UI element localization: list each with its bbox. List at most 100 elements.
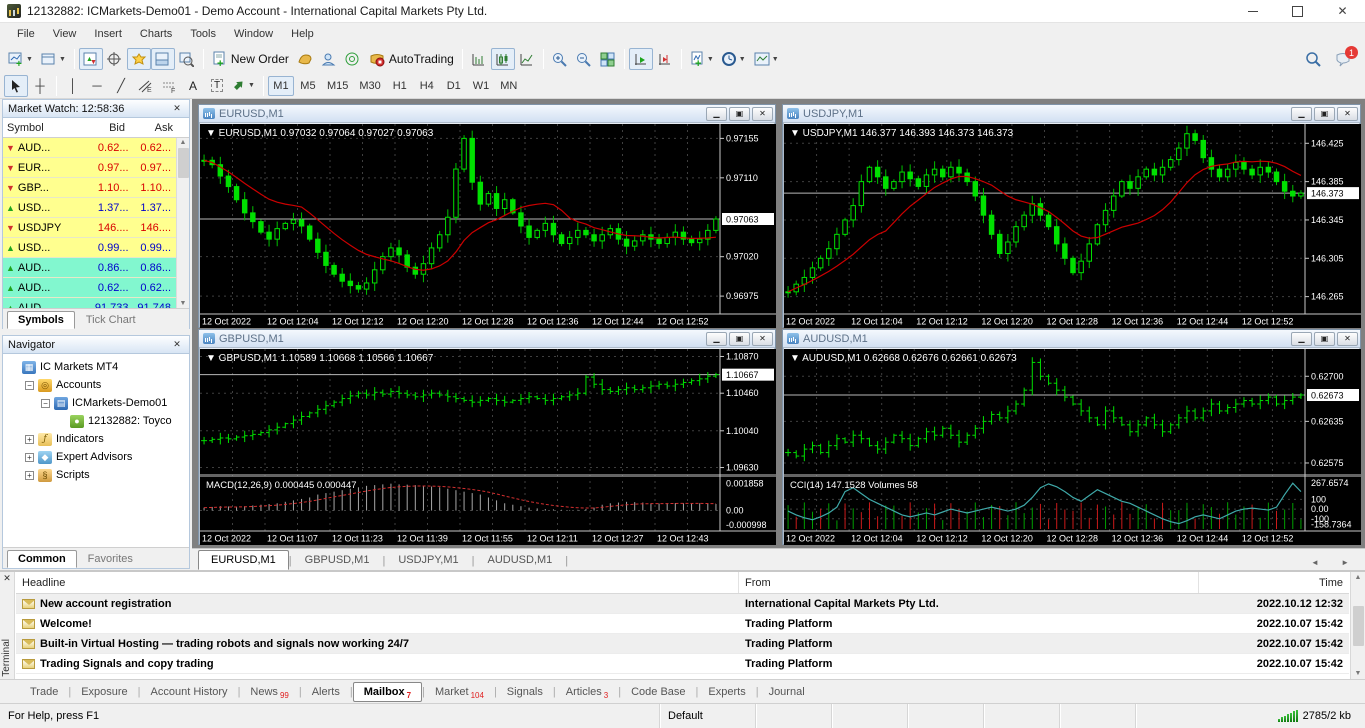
chart-canvas-gbpusd-m1[interactable]: 1.108701.104601.100401.096301.10667▼ GBP… bbox=[200, 349, 774, 543]
market-watch-row[interactable]: ▲USD...0.99...0.99... bbox=[3, 238, 176, 258]
window-close-button[interactable]: ✕ bbox=[1320, 0, 1365, 22]
chart-restore-button[interactable]: ▣ bbox=[729, 107, 750, 121]
collapse-icon[interactable]: − bbox=[41, 399, 50, 408]
mail-col-time[interactable]: Time bbox=[1199, 572, 1349, 593]
trendline-tool-button[interactable]: ╱ bbox=[109, 75, 133, 97]
chart-canvas-audusd-m1[interactable]: 0.627000.626350.625750.62673▼ AUDUSD,M1 … bbox=[784, 349, 1359, 543]
chart-minimize-button[interactable]: ▁ bbox=[1291, 332, 1312, 346]
chart-window-titlebar[interactable]: AUDUSD,M1▁▣✕ bbox=[783, 330, 1360, 348]
mail-col-headline[interactable]: Headline bbox=[16, 572, 739, 593]
navigator-tree-item[interactable]: +ƒIndicators bbox=[5, 430, 187, 448]
market-watch-row[interactable]: ▼EUR...0.97...0.97... bbox=[3, 158, 176, 178]
chart-tab-scroll-arrows[interactable]: ◄ ► bbox=[1311, 558, 1359, 570]
terminal-tab-account-history[interactable]: Account History bbox=[141, 683, 238, 701]
scroll-down-icon[interactable]: ▼ bbox=[1355, 670, 1362, 677]
timeframe-button-h4[interactable]: H4 bbox=[414, 76, 440, 96]
scroll-down-icon[interactable]: ▼ bbox=[180, 300, 187, 307]
chart-window-titlebar[interactable]: EURUSD,M1▁▣✕ bbox=[199, 105, 775, 123]
mw-col-ask[interactable]: Ask bbox=[129, 122, 189, 134]
navigator-tab-common[interactable]: Common bbox=[7, 550, 77, 568]
timeframe-button-w1[interactable]: W1 bbox=[468, 76, 495, 96]
chart-tab-audusd-m1[interactable]: AUDUSD,M1 bbox=[475, 550, 566, 570]
crosshair-tool-button[interactable]: ┼ bbox=[28, 75, 52, 97]
zoom-out-button[interactable] bbox=[572, 48, 596, 70]
mailbox-row[interactable]: Trading Signals and copy tradingTrading … bbox=[16, 654, 1349, 674]
expand-icon[interactable]: + bbox=[25, 453, 34, 462]
navigator-toggle-button[interactable] bbox=[127, 48, 151, 70]
timeframe-button-m30[interactable]: M30 bbox=[354, 76, 385, 96]
window-maximize-button[interactable] bbox=[1275, 0, 1320, 22]
collapse-icon[interactable]: − bbox=[25, 381, 34, 390]
expand-icon[interactable]: + bbox=[25, 471, 34, 480]
terminal-toggle-button[interactable] bbox=[151, 48, 175, 70]
mw-col-symbol[interactable]: Symbol bbox=[3, 122, 81, 134]
market-watch-tab-tick-chart[interactable]: Tick Chart bbox=[75, 311, 147, 329]
timeframe-button-m5[interactable]: M5 bbox=[295, 76, 321, 96]
chart-close-button[interactable]: ✕ bbox=[752, 332, 773, 346]
terminal-tab-signals[interactable]: Signals bbox=[497, 683, 553, 701]
chart-tab-gbpusd-m1[interactable]: GBPUSD,M1 bbox=[292, 550, 383, 570]
chart-minimize-button[interactable]: ▁ bbox=[706, 107, 727, 121]
market-watch-row[interactable]: ▲AUD...91.73391.748 bbox=[3, 298, 176, 308]
autotrading-button[interactable]: AutoTrading bbox=[365, 48, 458, 70]
periods-button[interactable]: ▼ bbox=[718, 48, 750, 70]
chart-restore-button[interactable]: ▣ bbox=[1314, 332, 1335, 346]
market-watch-scrollbar[interactable]: ▲ ▼ bbox=[176, 138, 189, 308]
close-icon[interactable]: ✕ bbox=[170, 339, 184, 350]
mailbox-row[interactable]: Welcome!Trading Platform2022.10.07 15:42 bbox=[16, 614, 1349, 634]
auto-scroll-button[interactable] bbox=[629, 48, 653, 70]
equidistant-channel-tool-button[interactable]: E bbox=[133, 75, 157, 97]
market-watch-row[interactable]: ▲AUD...0.86...0.86... bbox=[3, 258, 176, 278]
market-watch-tab-symbols[interactable]: Symbols bbox=[7, 311, 75, 329]
terminal-tab-mailbox[interactable]: Mailbox7 bbox=[353, 682, 422, 702]
fibonacci-tool-button[interactable]: F bbox=[157, 75, 181, 97]
mw-col-bid[interactable]: Bid bbox=[81, 122, 129, 134]
search-button[interactable] bbox=[1301, 48, 1325, 70]
navigator-tree-item[interactable]: −▤ICMarkets-Demo01 bbox=[5, 394, 187, 412]
terminal-tab-trade[interactable]: Trade bbox=[20, 683, 68, 701]
status-profile[interactable]: Default bbox=[660, 704, 756, 728]
market-watch-toggle-button[interactable]: ▲▼ bbox=[79, 48, 103, 70]
chart-restore-button[interactable]: ▣ bbox=[729, 332, 750, 346]
menu-file[interactable]: File bbox=[8, 25, 44, 43]
indicators-button[interactable]: + ▼ bbox=[686, 48, 718, 70]
chart-close-button[interactable]: ✕ bbox=[1337, 332, 1358, 346]
close-icon[interactable]: ✕ bbox=[170, 103, 184, 114]
terminal-tab-news[interactable]: News99 bbox=[240, 683, 298, 701]
market-watch-row[interactable]: ▼GBP...1.10...1.10... bbox=[3, 178, 176, 198]
expert-advisors-button[interactable] bbox=[317, 48, 341, 70]
text-tool-button[interactable]: A bbox=[181, 75, 205, 97]
terminal-tab-experts[interactable]: Experts bbox=[698, 683, 755, 701]
navigator-tree-item[interactable]: ▦IC Markets MT4 bbox=[5, 358, 187, 376]
chart-canvas-usdjpy-m1[interactable]: 146.425146.385146.345146.305146.265146.3… bbox=[784, 124, 1359, 326]
profiles-button[interactable]: ▼ bbox=[37, 48, 70, 70]
navigator-tree-item[interactable]: +§Scripts bbox=[5, 466, 187, 484]
menu-window[interactable]: Window bbox=[225, 25, 282, 43]
navigator-tab-favorites[interactable]: Favorites bbox=[77, 550, 144, 568]
signals-button[interactable] bbox=[341, 48, 365, 70]
chart-canvas-eurusd-m1[interactable]: 0.971550.971100.970200.969750.97063▼ EUR… bbox=[200, 124, 774, 326]
market-watch-titlebar[interactable]: Market Watch: 12:58:36 ✕ bbox=[3, 100, 189, 118]
chart-tab-eurusd-m1[interactable]: EURUSD,M1 bbox=[198, 550, 289, 570]
zoom-in-button[interactable] bbox=[548, 48, 572, 70]
scripts-button[interactable] bbox=[293, 48, 317, 70]
vertical-line-tool-button[interactable]: │ bbox=[61, 75, 85, 97]
terminal-tab-articles[interactable]: Articles3 bbox=[556, 683, 619, 701]
chart-restore-button[interactable]: ▣ bbox=[1314, 107, 1335, 121]
market-watch-row[interactable]: ▼AUD...0.62...0.62... bbox=[3, 138, 176, 158]
timeframe-button-m15[interactable]: M15 bbox=[322, 76, 353, 96]
terminal-tab-code-base[interactable]: Code Base bbox=[621, 683, 695, 701]
menu-insert[interactable]: Insert bbox=[85, 25, 131, 43]
timeframe-button-mn[interactable]: MN bbox=[495, 76, 522, 96]
new-order-button[interactable]: + New Order bbox=[208, 48, 293, 70]
navigator-tree-item[interactable]: −◎Accounts bbox=[5, 376, 187, 394]
templates-button[interactable]: ▼ bbox=[750, 48, 783, 70]
chart-shift-button[interactable] bbox=[653, 48, 677, 70]
terminal-tab-market[interactable]: Market104 bbox=[425, 683, 494, 701]
chart-window-titlebar[interactable]: GBPUSD,M1▁▣✕ bbox=[199, 330, 775, 348]
chart-close-button[interactable]: ✕ bbox=[752, 107, 773, 121]
mailbox-row[interactable]: New account registrationInternational Ca… bbox=[16, 594, 1349, 614]
notifications-button[interactable]: 1 bbox=[1331, 48, 1355, 70]
data-window-button[interactable] bbox=[103, 48, 127, 70]
menu-view[interactable]: View bbox=[44, 25, 86, 43]
